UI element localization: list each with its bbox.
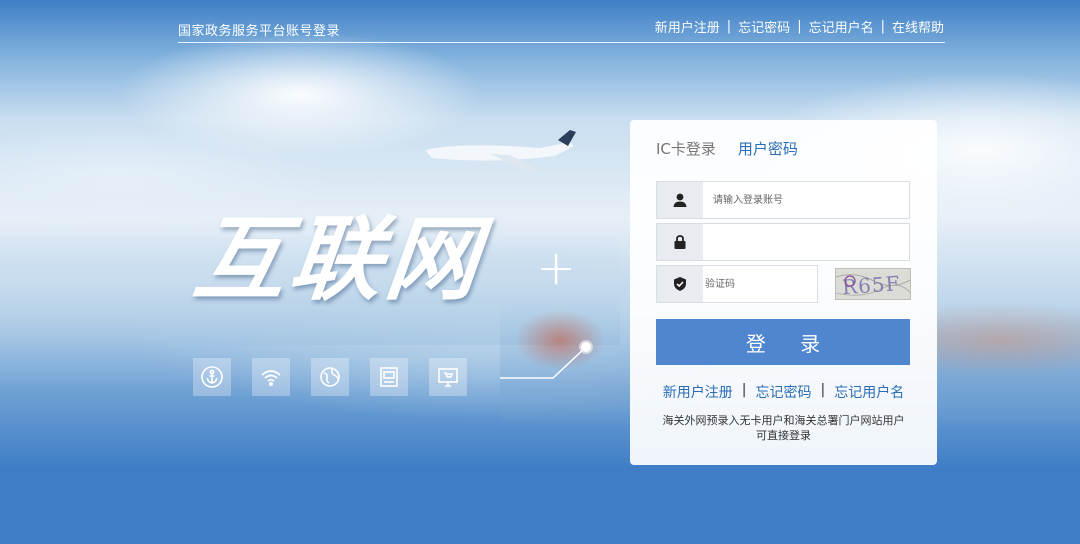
user-icon bbox=[657, 182, 703, 218]
panel-link-forgot-username[interactable]: 忘记用户名 bbox=[834, 382, 904, 402]
header-separator: | bbox=[797, 19, 802, 34]
header-link-register[interactable]: 新用户注册 bbox=[655, 17, 720, 36]
anchor-icon bbox=[193, 358, 231, 396]
password-field bbox=[656, 223, 910, 261]
username-field bbox=[656, 181, 910, 219]
captcha-input[interactable] bbox=[703, 267, 813, 301]
tab-password-login[interactable]: 用户密码 bbox=[738, 138, 798, 159]
site-title: 国家政务服务平台账号登录 bbox=[178, 24, 341, 39]
container-icon bbox=[370, 358, 408, 396]
cart-monitor-icon bbox=[429, 358, 467, 396]
username-input[interactable] bbox=[703, 183, 903, 217]
brand-logo-text: 互联网 bbox=[188, 205, 488, 313]
feature-icon-row bbox=[193, 358, 467, 396]
panel-links: 新用户注册 | 忘记密码 | 忘记用户名 bbox=[630, 382, 937, 402]
header-link-forgot-password[interactable]: 忘记密码 bbox=[738, 17, 790, 36]
captcha-field bbox=[656, 265, 818, 303]
lock-icon bbox=[657, 224, 703, 260]
header-separator: | bbox=[880, 19, 885, 34]
panel-link-forgot-password[interactable]: 忘记密码 bbox=[756, 382, 812, 402]
password-input[interactable] bbox=[703, 225, 903, 259]
header-divider bbox=[178, 42, 945, 43]
panel-link-separator: | bbox=[741, 382, 747, 398]
header-link-online-help[interactable]: 在线帮助 bbox=[892, 17, 944, 36]
wifi-icon bbox=[252, 358, 290, 396]
login-note-line-1: 海关外网预录入无卡用户和海关总署门户网站用户 bbox=[662, 414, 905, 427]
shield-icon bbox=[657, 266, 703, 302]
login-note-line-2: 可直接登录 bbox=[756, 429, 811, 442]
login-button[interactable]: 登 录 bbox=[656, 319, 910, 365]
login-note: 海关外网预录入无卡用户和海关总署门户网站用户 可直接登录 bbox=[630, 413, 937, 443]
brand-plus-sign: + bbox=[536, 240, 577, 296]
header-separator: | bbox=[726, 19, 732, 34]
globe-icon bbox=[311, 358, 349, 396]
login-panel: IC卡登录 用户密码 R65F 登 录 新用户注册 | 忘记密码 | bbox=[630, 120, 937, 465]
panel-link-separator: | bbox=[820, 382, 826, 398]
header-links: 新用户注册 | 忘记密码 | 忘记用户名 | 在线帮助 bbox=[655, 17, 944, 36]
header-link-forgot-username[interactable]: 忘记用户名 bbox=[809, 17, 874, 36]
tab-ic-card-login[interactable]: IC卡登录 bbox=[656, 138, 716, 159]
connector-line bbox=[500, 340, 593, 379]
panel-link-register[interactable]: 新用户注册 bbox=[663, 382, 733, 402]
captcha-image[interactable]: R65F bbox=[835, 268, 911, 300]
airplane-image bbox=[425, 130, 576, 172]
login-tabs: IC卡登录 用户密码 bbox=[656, 138, 798, 159]
